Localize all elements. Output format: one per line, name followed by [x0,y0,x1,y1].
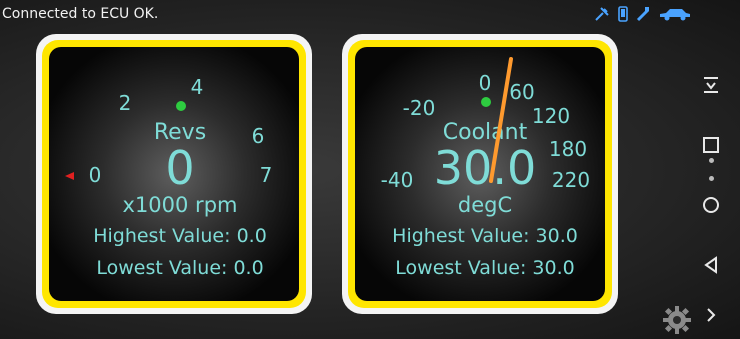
nav-dot-1 [709,158,714,163]
revs-gauge-face: 0 2 4 6 7 Revs 0 x1000 rpm Highest Value… [49,47,299,301]
revs-unit: x1000 rpm [122,193,238,217]
navigation-bar [682,60,740,339]
revs-tick-0: 0 [88,163,102,187]
revs-tick-4: 4 [190,75,204,99]
revs-tick-6: 6 [251,124,265,148]
revs-highest-value: Highest Value: 0.0 [93,225,267,247]
gear-icon[interactable] [662,305,692,335]
coolant-gauge-face: -40 -20 0 60 120 180 220 Coolant 30.0 de… [355,47,605,301]
nav-dot-2 [709,176,714,181]
bluetooth-icon [636,6,650,26]
dropdown-menu-icon[interactable] [700,74,722,96]
car-icon [658,6,692,26]
revs-marker-dot [176,101,186,111]
revs-tick-2: 2 [118,91,132,115]
revs-gauge-bezel: 0 2 4 6 7 Revs 0 x1000 rpm Highest Value… [42,40,306,308]
revs-needle-marker-icon [65,172,74,180]
back-triangle-icon[interactable] [700,254,722,276]
phone-icon [618,6,628,26]
connection-status-text: Connected to ECU OK. [2,6,159,22]
coolant-tick-180: 180 [548,137,588,161]
status-icons [594,6,692,26]
recents-square-icon[interactable] [700,134,722,156]
next-arrow-icon[interactable] [700,304,722,326]
coolant-gauge[interactable]: -40 -20 0 60 120 180 220 Coolant 30.0 de… [342,34,618,314]
gps-icon [594,6,610,26]
coolant-lowest-value: Lowest Value: 30.0 [395,257,575,279]
coolant-tick-120: 120 [531,104,571,128]
revs-tick-7: 7 [259,163,273,187]
coolant-tick-minus40: -40 [380,168,414,192]
coolant-unit: degC [457,193,513,217]
revs-lowest-value: Lowest Value: 0.0 [96,257,264,279]
coolant-gauge-bezel: -40 -20 0 60 120 180 220 Coolant 30.0 de… [348,40,612,308]
coolant-tick-minus20: -20 [402,96,436,120]
revs-value: 0 [165,141,195,195]
coolant-tick-220: 220 [551,168,591,192]
coolant-needle [489,57,513,183]
home-circle-icon[interactable] [700,194,722,216]
coolant-highest-value: Highest Value: 30.0 [392,225,578,247]
status-bar: Connected to ECU OK. [0,0,740,30]
revs-gauge[interactable]: 0 2 4 6 7 Revs 0 x1000 rpm Highest Value… [36,34,312,314]
